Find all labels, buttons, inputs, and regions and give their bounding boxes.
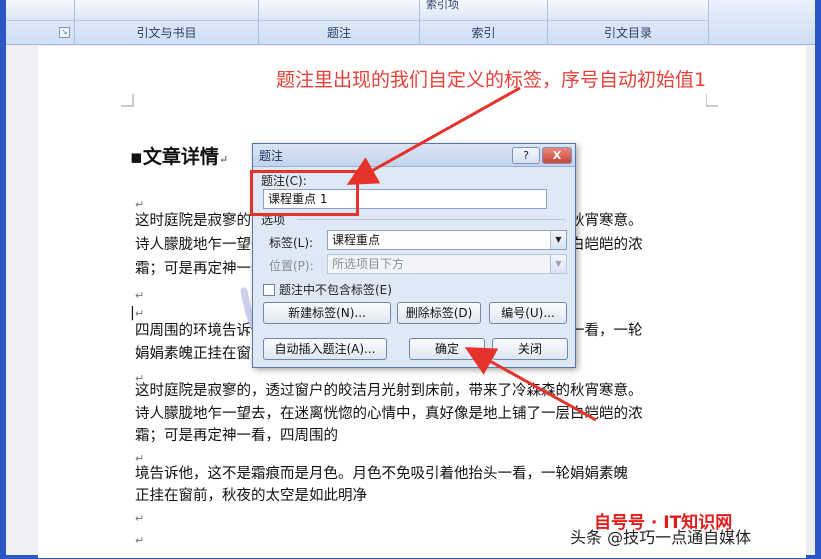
window-frame: ↘ 引文与书目 题注 索引项 索引 引文目录 ▪文章详情↵ ↵ 这时庭院是寂寥的…: [0, 0, 821, 559]
ribbon-group-top: [75, 0, 258, 21]
numbering-button[interactable]: 编号(U)...: [489, 302, 567, 324]
doc-line: 诗人朦胧地乍一望去，在迷离恍惚的心情中，真好像是地上铺了一层白皑皑的浓: [135, 406, 643, 422]
heading-text: 文章详情: [142, 146, 219, 168]
paragraph-mark: ↵: [218, 153, 229, 166]
credit-watermark: 头条 @技巧一点通自媒体: [570, 528, 752, 547]
label-select[interactable]: 课程重点 ▼: [327, 230, 567, 250]
empty-paragraph: ↵: [135, 528, 144, 553]
doc-line: 霜；可是再定神一看，四周围的: [135, 428, 338, 444]
ok-button[interactable]: 确定: [409, 338, 485, 360]
margin-corner-mark: [706, 94, 718, 107]
position-select-value: 所选项目下方: [332, 257, 405, 271]
ribbon: ↘ 引文与书目 题注 索引项 索引 引文目录: [6, 0, 815, 45]
ribbon-group-label: 索引: [471, 26, 496, 40]
ribbon-group-top: [548, 0, 708, 21]
options-separator: [297, 219, 565, 220]
exclude-label-text: 题注中不包含标签(E): [279, 283, 392, 297]
ribbon-group-top: 索引项: [420, 0, 547, 21]
help-button[interactable]: ?: [512, 147, 540, 164]
paragraph-mark: ↵: [135, 512, 145, 525]
ribbon-group-label: 题注: [326, 26, 351, 40]
chevron-down-icon: ▼: [550, 255, 566, 273]
position-select: 所选项目下方 ▼: [327, 254, 567, 274]
ribbon-group-toa: 引文目录: [548, 0, 709, 44]
dialog-title: 题注: [259, 149, 284, 163]
ribbon-group-top: [259, 0, 419, 21]
ribbon-group-label: 引文与书目: [136, 26, 197, 40]
paragraph-mark: ↵: [135, 534, 145, 547]
document-heading: ▪文章详情↵: [130, 146, 229, 168]
position-label: 位置(P):: [269, 259, 314, 273]
ribbon-group-label: 引文目录: [603, 26, 652, 40]
ribbon-group-captions: 题注: [259, 0, 420, 44]
dialog-launcher-icon[interactable]: ↘: [59, 27, 70, 38]
delete-label-button[interactable]: 删除标签(D): [397, 302, 481, 324]
ribbon-group-top: [6, 0, 74, 21]
chevron-down-icon[interactable]: ▼: [550, 231, 566, 249]
label-select-value: 课程重点: [332, 233, 381, 247]
autocaption-button[interactable]: 自动插入题注(A)...: [263, 338, 387, 360]
annotation-text: 题注里出现的我们自定义的标签，序号自动初始值1: [276, 69, 707, 91]
margin-corner-mark: [121, 94, 134, 107]
exclude-label-checkbox[interactable]: [263, 284, 275, 296]
label-label: 标签(L):: [269, 236, 314, 250]
ribbon-group-left: ↘: [6, 0, 75, 44]
doc-line: 正挂在窗前，秋夜的太空是如此明净: [135, 488, 367, 504]
ribbon-group-citations: 引文与书目: [75, 0, 259, 44]
close-button[interactable]: X: [542, 147, 572, 164]
new-label-button[interactable]: 新建标签(N)...: [263, 302, 391, 324]
highlight-box: [250, 170, 359, 216]
dialog-titlebar[interactable]: 题注 ? X: [253, 144, 575, 167]
cancel-button[interactable]: 关闭: [492, 338, 568, 360]
ribbon-group-index: 索引项 索引: [420, 0, 548, 44]
doc-line: 境告诉他，这不是霜痕而是月色。月色不免吸引着他抬头一看，一轮娟娟素魄: [135, 466, 628, 482]
doc-line: 这时庭院是寂寥的，透过窗户的皎洁月光射到床前，带来了冷森森的秋宵寒意。: [135, 383, 643, 399]
mark-entry-button[interactable]: 索引项: [426, 0, 459, 11]
